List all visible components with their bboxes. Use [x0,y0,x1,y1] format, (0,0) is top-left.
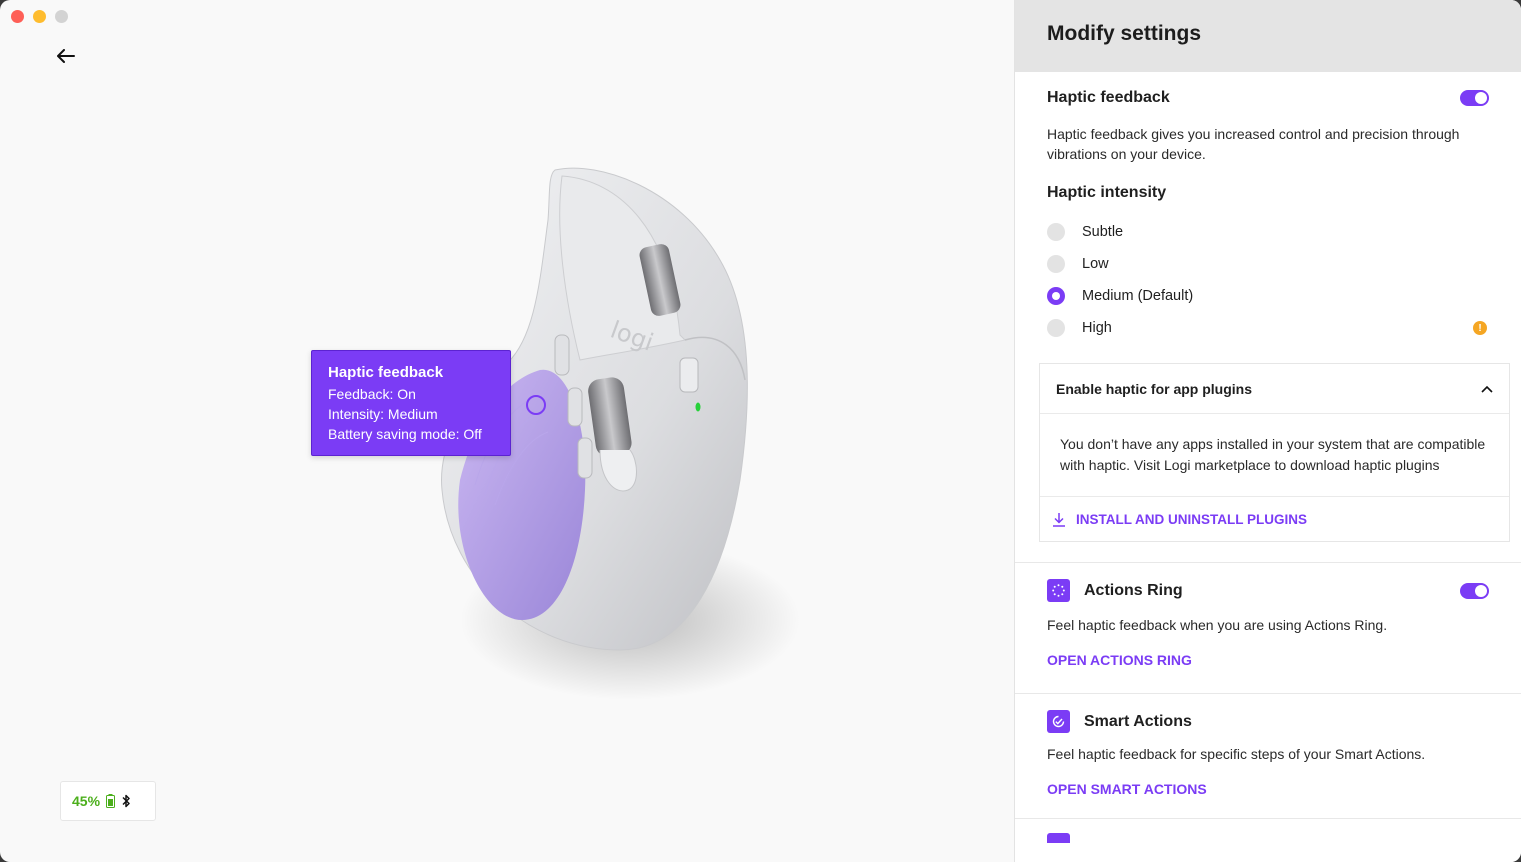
intensity-option-subtle[interactable]: Subtle [1047,216,1489,248]
actions-ring-icon [1047,579,1070,602]
radio-icon [1047,319,1065,337]
haptic-intensity-options: Subtle Low Medium (Default) High ! [1047,216,1489,344]
warning-icon[interactable]: ! [1473,321,1487,335]
open-smart-actions-link[interactable]: OPEN SMART ACTIONS [1047,781,1207,797]
intensity-option-high[interactable]: High ! [1047,312,1489,344]
back-button[interactable] [52,42,80,70]
haptic-plugins-panel: Enable haptic for app plugins You don’t … [1039,363,1510,542]
haptic-intensity-title: Haptic intensity [1047,184,1167,201]
intensity-option-label: High [1082,320,1112,336]
install-plugins-link[interactable]: INSTALL AND UNINSTALL PLUGINS [1040,497,1509,541]
haptic-feedback-title: Haptic feedback [1047,89,1170,106]
zoom-window-button[interactable] [55,10,68,23]
actions-ring-title: Actions Ring [1084,581,1183,599]
haptic-feedback-tooltip: Haptic feedback Feedback: On Intensity: … [311,350,511,456]
smart-actions-description: Feel haptic feedback for specific steps … [1047,746,1426,762]
radio-icon [1047,223,1065,241]
haptic-feedback-toggle[interactable] [1460,90,1489,106]
smart-actions-title: Smart Actions [1084,712,1192,730]
settings-panel: Modify settings Haptic feedback Haptic f… [1014,0,1521,862]
minimize-window-button[interactable] [33,10,46,23]
next-feature-icon [1047,833,1070,843]
bluetooth-icon [122,794,130,808]
battery-percent: 45% [72,793,101,809]
intensity-option-label: Low [1082,256,1109,272]
download-icon [1053,512,1065,527]
haptic-plugins-message: You don’t have any apps installed in you… [1040,414,1509,497]
panel-title: Modify settings [1015,0,1521,72]
intensity-option-medium[interactable]: Medium (Default) [1047,280,1489,312]
actions-ring-description: Feel haptic feedback when you are using … [1047,617,1388,633]
intensity-option-label: Subtle [1082,224,1124,240]
smart-actions-section: Smart Actions Feel haptic feedback for s… [1015,694,1521,818]
haptic-feedback-description: Haptic feedback gives you increased cont… [1047,126,1460,162]
intensity-option-label: Medium (Default) [1082,288,1194,304]
tooltip-feedback: Feedback: On [328,386,416,402]
radio-selected-icon [1047,287,1065,305]
app-window: logi Haptic feedback Feedback: On Intens… [0,0,1521,862]
chevron-up-icon [1481,385,1493,393]
window-controls [11,10,68,23]
actions-ring-toggle[interactable] [1460,582,1489,599]
close-window-button[interactable] [11,10,24,23]
radio-icon [1047,255,1065,273]
tooltip-intensity: Intensity: Medium [328,406,438,422]
actions-ring-section: Actions Ring Feel haptic feedback when y… [1015,563,1521,693]
device-status-badge[interactable]: 45% [60,781,156,821]
intensity-option-low[interactable]: Low [1047,248,1489,280]
haptic-feedback-section: Haptic feedback Haptic feedback gives yo… [1015,72,1521,344]
haptic-plugins-title: Enable haptic for app plugins [1056,380,1253,397]
haptic-plugins-header[interactable]: Enable haptic for app plugins [1040,364,1509,414]
open-actions-ring-link[interactable]: OPEN ACTIONS RING [1047,652,1192,668]
arrow-left-icon [57,49,75,63]
tooltip-title: Haptic feedback [328,364,444,381]
tooltip-battery-saving: Battery saving mode: Off [328,426,482,442]
battery-icon [106,794,116,808]
install-plugins-label: INSTALL AND UNINSTALL PLUGINS [1076,511,1307,527]
smart-actions-icon [1047,710,1070,733]
next-section [1015,819,1521,843]
